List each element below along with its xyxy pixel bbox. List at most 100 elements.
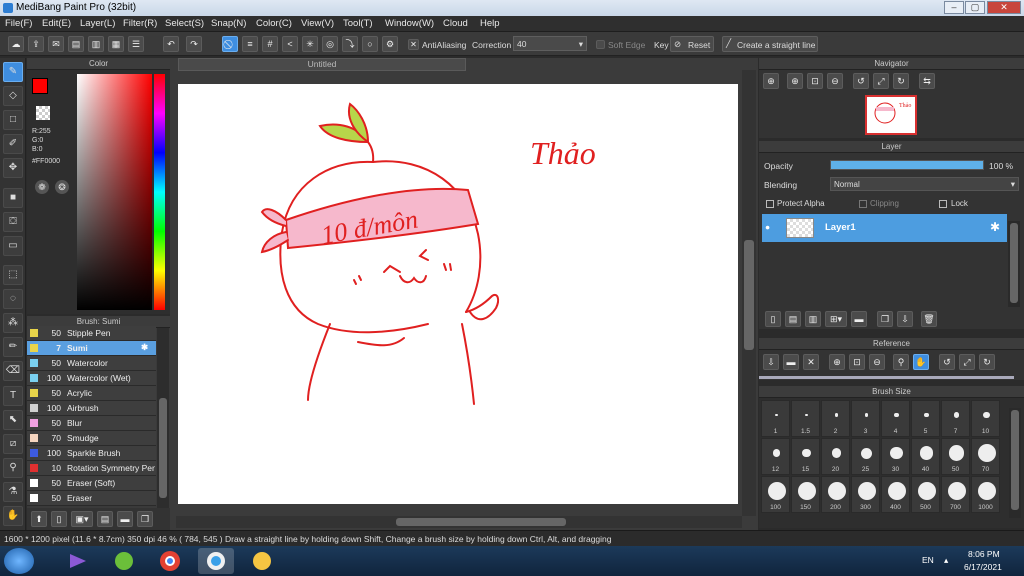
canvas-horizontal-scrollbar[interactable]: [176, 516, 742, 528]
create-straight-line-button[interactable]: ╱ Create a straight line: [722, 36, 818, 52]
brush-menu-icon[interactable]: ▣▾: [71, 511, 93, 527]
brush-size-option[interactable]: 70: [971, 438, 1000, 475]
brush-size-option[interactable]: 15: [791, 438, 820, 475]
eraser-tool-icon[interactable]: ◇: [3, 86, 23, 106]
ref-eyedropper-icon[interactable]: ⚲: [893, 354, 909, 370]
menu-layer[interactable]: Layer(L): [80, 18, 115, 29]
brush-size-option[interactable]: 700: [941, 476, 970, 513]
brush-list-item[interactable]: 70 Smudge: [27, 431, 156, 446]
fill-rect-tool-icon[interactable]: ■: [3, 188, 23, 208]
move-tool-icon[interactable]: ✥: [3, 158, 23, 178]
brush-size-option[interactable]: 1000: [971, 476, 1000, 513]
brush-size-option[interactable]: 500: [911, 476, 940, 513]
menu-window[interactable]: Window(W): [385, 18, 434, 29]
menu-select[interactable]: Select(S): [165, 18, 204, 29]
brush-list-item[interactable]: 50 Blur: [27, 416, 156, 431]
rotate-left-icon[interactable]: ↺: [853, 73, 869, 89]
cloud-icon[interactable]: ☁: [8, 36, 24, 52]
canvas-tab[interactable]: Untitled: [178, 58, 466, 71]
concentric-snap-icon[interactable]: ◎: [322, 36, 338, 52]
brush-size-option[interactable]: 30: [881, 438, 910, 475]
vanish-snap-icon[interactable]: <: [282, 36, 298, 52]
brush-size-option[interactable]: 50: [941, 438, 970, 475]
brush-size-option[interactable]: 1.5: [791, 400, 820, 437]
opacity-slider[interactable]: [830, 160, 984, 170]
pen-tool-icon[interactable]: ✐: [3, 134, 23, 154]
operation-tool-icon[interactable]: ⬉: [3, 410, 23, 430]
ref-hand-icon[interactable]: ✋: [913, 354, 929, 370]
divide-tool-icon[interactable]: ⧄: [3, 434, 23, 454]
select-tool-icon[interactable]: ⬚: [3, 265, 23, 285]
hand-tool-icon[interactable]: ✋: [3, 506, 23, 526]
brush-size-option[interactable]: 5: [911, 400, 940, 437]
snap-settings-icon[interactable]: ⚙: [382, 36, 398, 52]
menu-edit[interactable]: Edit(E): [42, 18, 71, 29]
actual-size-icon[interactable]: ⊡: [807, 73, 823, 89]
menu-file[interactable]: File(F): [5, 18, 32, 29]
brush-size-option[interactable]: 40: [911, 438, 940, 475]
close-reference-icon[interactable]: ✕: [803, 354, 819, 370]
flip-icon[interactable]: ⇆: [919, 73, 935, 89]
document-icon[interactable]: ▥: [88, 36, 104, 52]
brush-list-item[interactable]: 50 Eraser: [27, 491, 156, 506]
add-layer-menu-icon[interactable]: ⊞▾: [825, 311, 847, 327]
menu-filter[interactable]: Filter(R): [123, 18, 157, 29]
lasso-tool-icon[interactable]: ◌: [3, 289, 23, 309]
brush-size-option[interactable]: 1: [761, 400, 790, 437]
select-eraser-icon[interactable]: ⌫: [3, 361, 23, 381]
open-file-icon[interactable]: ▬: [783, 354, 799, 370]
brush-size-option[interactable]: 200: [821, 476, 850, 513]
chrome-icon[interactable]: [152, 548, 188, 574]
transparent-swatch[interactable]: [36, 106, 50, 120]
add-brush-icon[interactable]: ⬆: [31, 511, 47, 527]
ref-zoom-out-icon[interactable]: ⊖: [869, 354, 885, 370]
brush-list-item[interactable]: 100 Watercolor (Wet): [27, 371, 156, 386]
tray-arrow-icon[interactable]: ▴: [944, 555, 948, 566]
zoom-fit-icon[interactable]: ⊕: [763, 73, 779, 89]
brush-list-item[interactable]: 50 Watercolor: [27, 356, 156, 371]
snap-off-icon[interactable]: ⃠: [222, 36, 238, 52]
brush-size-option[interactable]: 3: [851, 400, 880, 437]
curve-snap-icon[interactable]: ⤵: [342, 36, 358, 52]
brush-size-scrollbar[interactable]: [1009, 408, 1021, 518]
list-icon[interactable]: ☰: [128, 36, 144, 52]
bucket-tool-icon[interactable]: ⛋: [3, 212, 23, 232]
zoom-in-icon[interactable]: ⊕: [787, 73, 803, 89]
duplicate-layer-icon[interactable]: ❐: [877, 311, 893, 327]
paint-icon[interactable]: [244, 548, 280, 574]
new-8bit-layer-icon[interactable]: ▥: [805, 311, 821, 327]
eyedropper-tool-icon[interactable]: ⚲: [3, 458, 23, 478]
dot-tool-icon[interactable]: □: [3, 110, 23, 130]
brush-size-option[interactable]: 20: [821, 438, 850, 475]
brush-size-option[interactable]: 7: [941, 400, 970, 437]
start-button[interactable]: [4, 548, 34, 574]
clock-time[interactable]: 8:06 PM: [968, 549, 1000, 559]
soft-edge-checkbox[interactable]: [596, 40, 605, 49]
brush-settings-icon[interactable]: ✱: [141, 342, 148, 353]
menu-tool[interactable]: Tool(T): [343, 18, 373, 29]
maximize-button[interactable]: ▢: [965, 1, 985, 14]
parallel-snap-icon[interactable]: ≡: [242, 36, 258, 52]
duplicate-icon[interactable]: ❐: [137, 511, 153, 527]
grid-icon[interactable]: ▦: [108, 36, 124, 52]
menu-cloud[interactable]: Cloud: [443, 18, 468, 29]
primary-color-swatch[interactable]: [32, 78, 48, 94]
ref-zoom-in-icon[interactable]: ⊕: [829, 354, 845, 370]
delete-layer-icon[interactable]: 🗑: [921, 311, 937, 327]
reset-button[interactable]: ⊘ Reset: [670, 36, 714, 52]
comment-icon[interactable]: ✉: [48, 36, 64, 52]
correction-dropdown[interactable]: 40 ▾: [513, 36, 587, 51]
palette-icon[interactable]: ❁: [35, 180, 49, 194]
menu-color[interactable]: Color(C): [256, 18, 292, 29]
minimize-button[interactable]: –: [944, 1, 964, 14]
new-layer-icon[interactable]: ▯: [765, 311, 781, 327]
folder-icon[interactable]: ▬: [117, 511, 133, 527]
layer-scrollbar[interactable]: [1008, 221, 1020, 307]
brush-size-option[interactable]: 100: [761, 476, 790, 513]
merge-layer-icon[interactable]: ⇩: [897, 311, 913, 327]
layer-settings-icon[interactable]: ✱: [990, 220, 1000, 234]
new-halftone-layer-icon[interactable]: ▤: [785, 311, 801, 327]
medibang-taskbar-icon[interactable]: [198, 548, 234, 574]
brush-size-option[interactable]: 4: [881, 400, 910, 437]
cloud-download-icon[interactable]: ⇩: [763, 354, 779, 370]
